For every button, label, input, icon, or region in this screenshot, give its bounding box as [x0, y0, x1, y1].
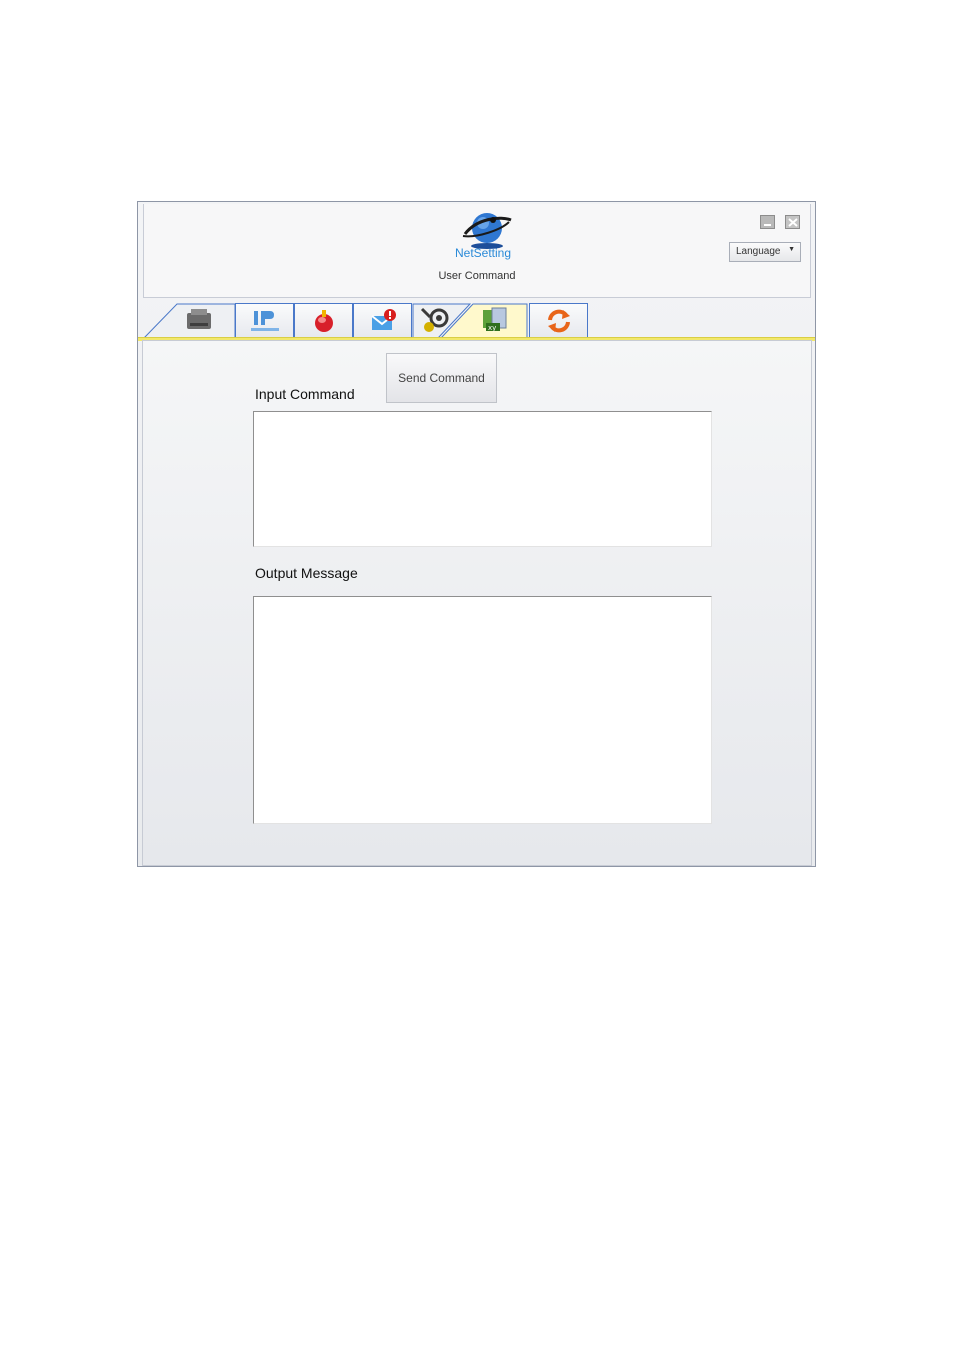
- logo-text: NetSetting: [455, 246, 512, 260]
- tab-printer[interactable]: [143, 303, 237, 339]
- user-command-icon: xy: [483, 307, 507, 332]
- close-button[interactable]: [785, 215, 800, 229]
- refresh-icon: [547, 309, 570, 332]
- tab-ip-network[interactable]: [235, 303, 294, 337]
- netsetting-logo-icon: [462, 213, 512, 249]
- tab-user-command[interactable]: xy: [441, 303, 531, 339]
- output-message-label: Output Message: [255, 565, 358, 581]
- page-title: User Command: [438, 270, 516, 282]
- tab-mail-alert[interactable]: [353, 303, 412, 337]
- close-icon: [788, 218, 798, 227]
- language-select[interactable]: Language ▼: [729, 242, 801, 262]
- language-select-value: Language: [736, 246, 781, 257]
- input-command-label: Input Command: [255, 386, 355, 402]
- tab-alert[interactable]: [294, 303, 353, 337]
- tab-bar: xy: [143, 303, 813, 339]
- tab-refresh[interactable]: [529, 303, 588, 337]
- minimize-button[interactable]: [760, 215, 775, 229]
- alert-icon: [314, 309, 333, 332]
- input-command-field[interactable]: [253, 411, 712, 547]
- output-message-field[interactable]: [253, 596, 712, 824]
- chevron-down-icon: ▼: [788, 246, 795, 253]
- mail-alert-icon: [370, 308, 396, 330]
- window-header: NetSetting User Command Language ▼: [143, 204, 811, 298]
- svg-text:xy: xy: [488, 324, 496, 332]
- ip-network-icon: [250, 310, 279, 331]
- send-command-button[interactable]: Send Command: [386, 353, 497, 403]
